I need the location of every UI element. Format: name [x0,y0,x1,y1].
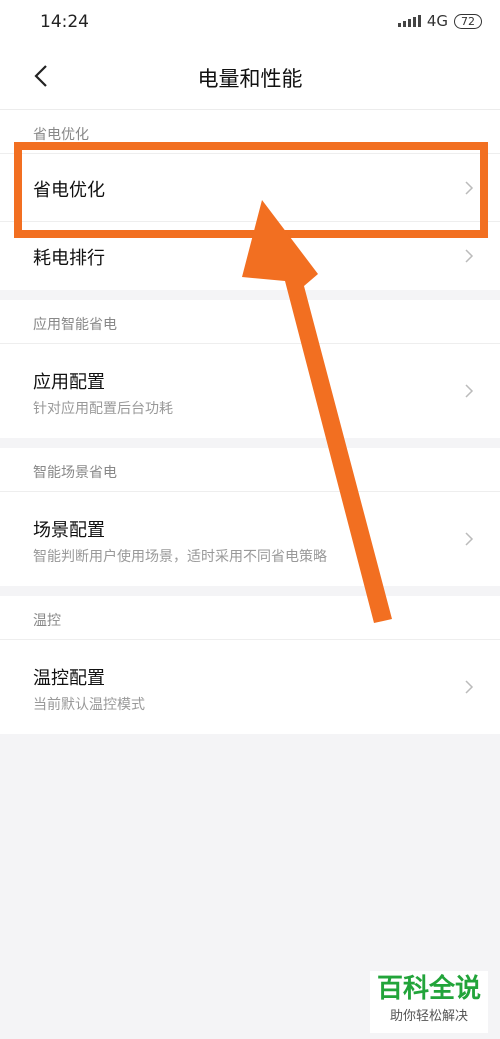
watermark: 百科全说 助你轻松解决 [370,971,488,1033]
watermark-subtitle: 助你轻松解决 [389,1009,468,1024]
section-app-smart-saving: 应用智能省电 应用配置 针对应用配置后台功耗 [0,300,500,438]
section-scene-saving: 智能场景省电 场景配置 智能判断用户使用场景，适时采用不同省电策略 [0,448,500,586]
status-time: 14:24 [40,12,89,32]
section-thermal: 温控 温控配置 当前默认温控模式 [0,596,500,734]
row-subtitle: 针对应用配置后台功耗 [33,401,173,417]
signal-icon [397,15,421,27]
chevron-right-icon [465,532,474,546]
status-bar: 14:24 4G 72 [0,0,500,44]
status-right: 4G 72 [397,12,482,30]
page-title: 电量和性能 [197,67,303,91]
row-subtitle: 智能判断用户使用场景，适时采用不同省电策略 [33,549,327,565]
row-title: 温控配置 [33,668,105,689]
network-label: 4G [426,12,448,30]
highlight-box [14,142,488,238]
chevron-right-icon [465,680,474,694]
section-header: 应用智能省电 [0,300,500,344]
battery-icon: 72 [454,13,482,29]
title-bar: 电量和性能 [0,44,500,110]
row-app-config[interactable]: 应用配置 针对应用配置后台功耗 [0,344,500,438]
row-thermal-config[interactable]: 温控配置 当前默认温控模式 [0,640,500,734]
row-title: 耗电排行 [33,248,105,269]
chevron-right-icon [465,384,474,398]
row-title: 应用配置 [33,372,105,393]
watermark-title: 百科全说 [376,974,481,1004]
section-header: 温控 [0,596,500,640]
chevron-right-icon [465,249,474,263]
row-subtitle: 当前默认温控模式 [33,697,145,713]
row-scene-config[interactable]: 场景配置 智能判断用户使用场景，适时采用不同省电策略 [0,492,500,586]
section-header: 智能场景省电 [0,448,500,492]
row-title: 场景配置 [33,520,105,541]
